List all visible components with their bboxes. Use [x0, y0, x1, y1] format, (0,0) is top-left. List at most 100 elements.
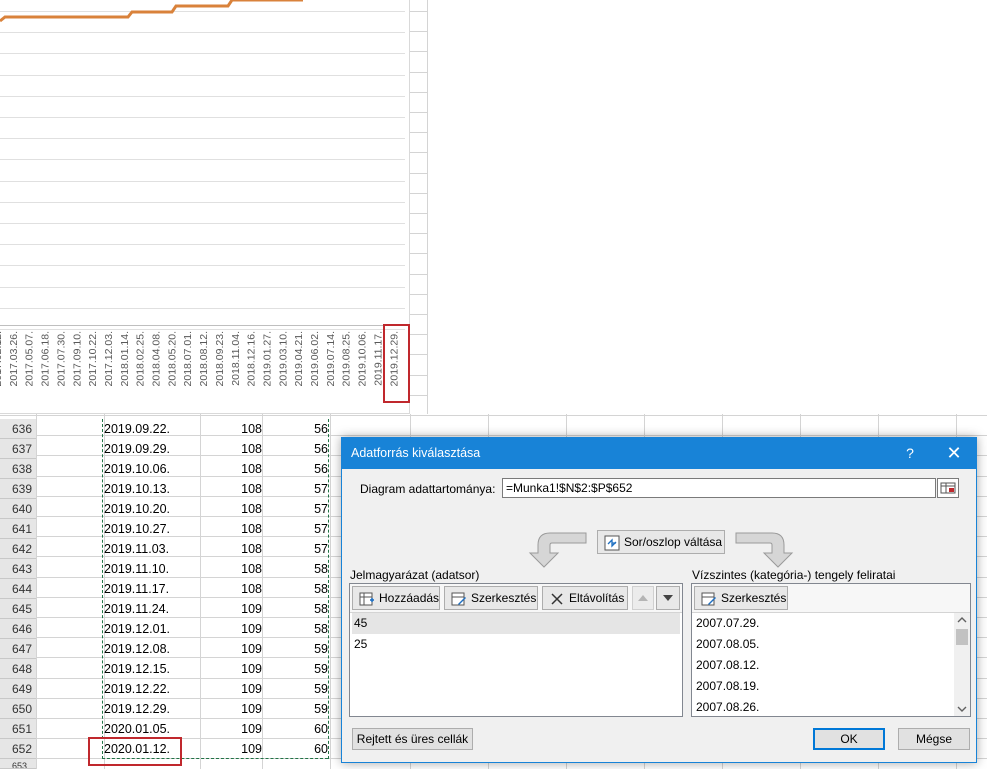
cancel-button[interactable]: Mégse: [898, 728, 970, 750]
date-cell[interactable]: 2019.11.10.: [104, 559, 200, 579]
value-cell[interactable]: 60: [262, 739, 328, 759]
value-cell[interactable]: 109: [200, 599, 262, 619]
date-cell[interactable]: 2019.09.22.: [104, 419, 200, 439]
row-header[interactable]: 641: [0, 519, 36, 539]
value-cell[interactable]: 57: [262, 519, 328, 539]
chart-range-input[interactable]: =Munka1!$N$2:$P$652: [502, 478, 936, 498]
grid-line: [410, 173, 428, 174]
value-cell[interactable]: 109: [200, 619, 262, 639]
ok-button[interactable]: OK: [813, 728, 885, 750]
remove-series-button[interactable]: Eltávolítás: [542, 586, 628, 610]
date-cell[interactable]: 2019.10.13.: [104, 479, 200, 499]
move-down-button[interactable]: [656, 586, 680, 610]
value-cell[interactable]: 59: [262, 699, 328, 719]
value-cell[interactable]: 108: [200, 499, 262, 519]
value-cell[interactable]: 108: [200, 539, 262, 559]
value-cell[interactable]: 109: [200, 679, 262, 699]
grid-line: [410, 334, 428, 335]
value-cell[interactable]: 59: [262, 659, 328, 679]
row-header[interactable]: 653: [0, 759, 36, 769]
row-header[interactable]: 650: [0, 699, 36, 719]
value-cell[interactable]: 59: [262, 679, 328, 699]
date-cell[interactable]: 2019.11.17.: [104, 579, 200, 599]
row-header[interactable]: 647: [0, 639, 36, 659]
x-tick-label: 2018.05.20.: [166, 331, 178, 386]
value-cell[interactable]: 108: [200, 419, 262, 439]
date-cell[interactable]: 2019.10.06.: [104, 459, 200, 479]
close-button[interactable]: ✕: [932, 438, 976, 469]
row-header[interactable]: 648: [0, 659, 36, 679]
help-button[interactable]: ?: [890, 438, 930, 469]
add-series-button[interactable]: Hozzáadás: [352, 586, 440, 610]
date-cell[interactable]: 2019.12.15.: [104, 659, 200, 679]
value-cell[interactable]: 58: [262, 579, 328, 599]
range-picker-button[interactable]: [937, 478, 959, 498]
series-line[interactable]: [0, 0, 303, 23]
date-cell[interactable]: 2019.12.29.: [104, 699, 200, 719]
remove-icon: [551, 593, 563, 605]
axis-label-item[interactable]: 2007.08.12.: [694, 655, 954, 676]
date-cell[interactable]: 2019.12.08.: [104, 639, 200, 659]
value-cell[interactable]: 56: [262, 439, 328, 459]
date-cell[interactable]: 2019.09.29.: [104, 439, 200, 459]
edit-axis-labels-button[interactable]: Szerkesztés: [694, 586, 788, 610]
axis-labels-scrollbar[interactable]: [954, 613, 970, 716]
value-cell[interactable]: 59: [262, 639, 328, 659]
row-header[interactable]: 638: [0, 459, 36, 479]
row-header[interactable]: 637: [0, 439, 36, 459]
value-cell[interactable]: 108: [200, 579, 262, 599]
axis-label-item[interactable]: 2007.08.26.: [694, 697, 954, 718]
row-header[interactable]: 644: [0, 579, 36, 599]
row-header[interactable]: 640: [0, 499, 36, 519]
row-header[interactable]: 646: [0, 619, 36, 639]
date-cell[interactable]: 2019.12.22.: [104, 679, 200, 699]
row-header[interactable]: 642: [0, 539, 36, 559]
axis-label-item[interactable]: 2007.08.19.: [694, 676, 954, 697]
value-cell[interactable]: 108: [200, 559, 262, 579]
dialog-title-bar[interactable]: Adatforrás kiválasztása ? ✕: [342, 438, 976, 469]
row-header[interactable]: 649: [0, 679, 36, 699]
value-cell[interactable]: 58: [262, 599, 328, 619]
date-cell[interactable]: 2019.11.24.: [104, 599, 200, 619]
legend-item[interactable]: 25: [352, 634, 680, 655]
edit-series-button[interactable]: Szerkesztés: [444, 586, 538, 610]
switch-row-column-button[interactable]: Sor/oszlop váltása: [597, 530, 725, 554]
value-cell[interactable]: 56: [262, 459, 328, 479]
chart-area[interactable]: 2017.02.12. 2017.03.26. 2017.05.07. 2017.06…: [0, 0, 410, 414]
row-header[interactable]: 636: [0, 419, 36, 439]
value-cell[interactable]: 109: [200, 739, 262, 759]
axis-label-item[interactable]: 2007.08.05.: [694, 634, 954, 655]
x-tick-label: 2019.03.10.: [277, 331, 289, 386]
value-cell[interactable]: 109: [200, 719, 262, 739]
legend-item[interactable]: 45: [352, 613, 680, 634]
date-cell[interactable]: 2019.10.20.: [104, 499, 200, 519]
value-cell[interactable]: 60: [262, 719, 328, 739]
value-cell[interactable]: 58: [262, 619, 328, 639]
value-cell[interactable]: 108: [200, 459, 262, 479]
row-header[interactable]: 639: [0, 479, 36, 499]
row-header[interactable]: 651: [0, 719, 36, 739]
row-header[interactable]: 645: [0, 599, 36, 619]
date-cell[interactable]: 2019.12.01.: [104, 619, 200, 639]
value-cell[interactable]: 57: [262, 479, 328, 499]
value-cell[interactable]: 109: [200, 659, 262, 679]
move-up-button[interactable]: [632, 586, 654, 610]
date-cell[interactable]: 2020.01.05.: [104, 719, 200, 739]
value-cell[interactable]: 108: [200, 519, 262, 539]
value-cell[interactable]: 109: [200, 699, 262, 719]
value-cell[interactable]: 57: [262, 499, 328, 519]
row-header[interactable]: 643: [0, 559, 36, 579]
value-cell[interactable]: 56: [262, 419, 328, 439]
value-cell[interactable]: 58: [262, 559, 328, 579]
row-header[interactable]: 652: [0, 739, 36, 759]
value-cell[interactable]: 109: [200, 639, 262, 659]
value-cell[interactable]: 108: [200, 479, 262, 499]
value-cell[interactable]: 57: [262, 539, 328, 559]
scrollbar-thumb[interactable]: [956, 629, 968, 645]
date-cell[interactable]: 2019.10.27.: [104, 519, 200, 539]
value-cell[interactable]: 108: [200, 439, 262, 459]
axis-label-item[interactable]: 2007.07.29.: [694, 613, 954, 634]
date-cell[interactable]: 2019.11.03.: [104, 539, 200, 559]
x-tick-label: 2019.04.21.: [293, 331, 305, 386]
hidden-empty-cells-button[interactable]: Rejtett és üres cellák: [352, 728, 473, 750]
